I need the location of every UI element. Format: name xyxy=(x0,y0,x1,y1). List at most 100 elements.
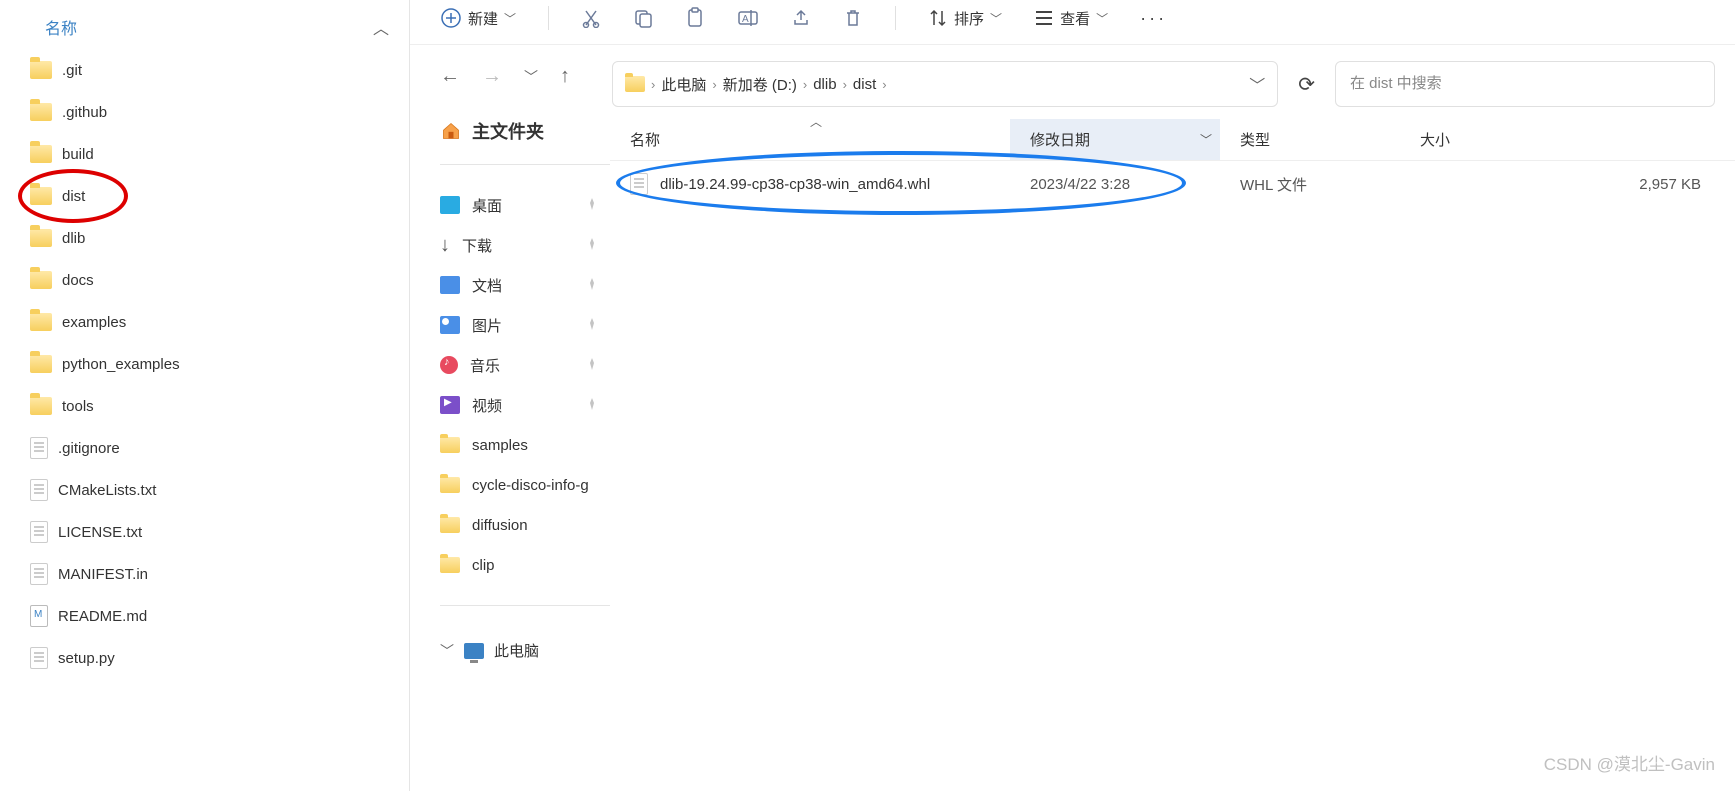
file-icon xyxy=(30,563,48,585)
cut-button[interactable] xyxy=(581,8,601,28)
file-icon xyxy=(30,521,48,543)
breadcrumb-item[interactable]: dist xyxy=(853,76,876,93)
pinned-label: clip xyxy=(472,557,495,574)
pinned-item[interactable]: samples xyxy=(440,425,604,465)
tree-item[interactable]: LICENSE.txt xyxy=(20,511,409,553)
nav-sidebar: ← → ﹀ ↑ 主文件夹 桌面↓下载文档图片音乐视频samples cycle-d… xyxy=(410,45,610,791)
breadcrumb-item[interactable]: 新加卷 (D:) xyxy=(723,74,797,95)
pinned-item[interactable]: 音乐 xyxy=(440,345,604,385)
this-pc-item[interactable]: ﹀ 此电脑 xyxy=(440,640,604,661)
col-type[interactable]: 类型 xyxy=(1220,119,1400,160)
tree-item[interactable]: setup.py xyxy=(20,637,409,679)
pinned-item[interactable]: diffusion xyxy=(440,505,604,545)
chevron-down-icon: ﹀ xyxy=(1096,10,1108,27)
pinned-label: 音乐 xyxy=(470,355,500,376)
tree-item[interactable]: python_examples xyxy=(20,343,409,385)
folder-icon xyxy=(440,517,460,533)
tree-item[interactable]: .github xyxy=(20,91,409,133)
folder-icon xyxy=(625,76,645,92)
tree-item[interactable]: dist xyxy=(20,175,409,217)
pic-icon xyxy=(440,316,460,334)
rename-button[interactable]: A xyxy=(737,8,759,28)
pinned-label: 图片 xyxy=(472,315,502,336)
search-input[interactable]: 在 dist 中搜索 xyxy=(1335,61,1715,107)
tree-item-label: examples xyxy=(62,314,126,331)
sort-label: 排序 xyxy=(954,8,984,29)
tree-item[interactable]: dlib xyxy=(20,217,409,259)
collapse-icon[interactable]: ︿ xyxy=(373,15,389,39)
tree-item[interactable]: CMakeLists.txt xyxy=(20,469,409,511)
file-list: dlib-19.24.99-cp38-cp38-win_amd64.whl202… xyxy=(610,161,1735,207)
music-icon xyxy=(440,356,458,374)
up-button[interactable]: ↑ xyxy=(560,65,570,88)
tree-item[interactable]: build xyxy=(20,133,409,175)
pinned-label: cycle-disco-info-g xyxy=(472,477,589,494)
back-button[interactable]: ← xyxy=(440,65,460,88)
chevron-right-icon: › xyxy=(651,77,655,92)
sort-button[interactable]: 排序 ﹀ xyxy=(928,8,1002,29)
pinned-item[interactable]: 桌面 xyxy=(440,185,604,225)
file-name-label: dlib-19.24.99-cp38-cp38-win_amd64.whl xyxy=(660,176,930,193)
pinned-item[interactable]: 视频 xyxy=(440,385,604,425)
chevron-down-icon: ﹀ xyxy=(990,10,1002,27)
pinned-item[interactable]: ↓下载 xyxy=(440,225,604,265)
toolbar-separator xyxy=(895,6,896,30)
col-date[interactable]: 修改日期﹀ xyxy=(1010,119,1220,160)
chevron-right-icon: › xyxy=(882,77,886,92)
chevron-right-icon: › xyxy=(712,77,716,92)
doc-icon xyxy=(440,276,460,294)
divider xyxy=(440,605,610,606)
chevron-down-icon: ﹀ xyxy=(504,10,516,27)
left-panel-header: 名称 ︿ xyxy=(0,10,409,49)
tree-item[interactable]: MANIFEST.in xyxy=(20,553,409,595)
pinned-item[interactable]: 文档 xyxy=(440,265,604,305)
breadcrumb-item[interactable]: 此电脑 xyxy=(661,74,706,95)
tree-item[interactable]: tools xyxy=(20,385,409,427)
breadcrumb[interactable]: › 此电脑›新加卷 (D:)›dlib›dist› ﹀ xyxy=(612,61,1278,107)
folder-tree: .git .githubbuild dist dlibdocs examples pyth… xyxy=(0,49,409,679)
col-size[interactable]: 大小 xyxy=(1400,119,1735,160)
pinned-item[interactable]: clip xyxy=(440,545,604,585)
folder-icon xyxy=(30,355,52,373)
explorer-panel: 新建 ﹀ A 排序 ﹀ 查看 ﹀ ··· ← → ﹀ ↑ xyxy=(410,0,1735,791)
more-button[interactable]: ··· xyxy=(1140,8,1167,29)
tree-item-label: LICENSE.txt xyxy=(58,524,142,541)
tree-item[interactable]: examples xyxy=(20,301,409,343)
monitor-icon xyxy=(464,643,484,659)
tree-item[interactable]: .git xyxy=(20,49,409,91)
pinned-item[interactable]: 图片 xyxy=(440,305,604,345)
view-button[interactable]: 查看 ﹀ xyxy=(1034,8,1108,29)
tree-item[interactable]: README.md xyxy=(20,595,409,637)
delete-button[interactable] xyxy=(843,8,863,28)
share-button[interactable] xyxy=(791,8,811,28)
refresh-button[interactable]: ⟳ xyxy=(1294,72,1319,97)
content-area: ← → ﹀ ↑ 主文件夹 桌面↓下载文档图片音乐视频samples cycle-d… xyxy=(410,45,1735,791)
chevron-right-icon: › xyxy=(843,77,847,92)
home-folder[interactable]: 主文件夹 xyxy=(440,118,604,144)
chevron-down-icon[interactable]: ﹀ xyxy=(1249,72,1265,96)
pinned-label: 下载 xyxy=(462,235,492,256)
folder-icon xyxy=(30,229,52,247)
copy-button[interactable] xyxy=(633,8,653,28)
chevron-down-icon: ﹀ xyxy=(1200,131,1212,148)
desk-icon xyxy=(440,196,460,214)
pin-icon xyxy=(586,237,598,253)
tree-item-label: dist xyxy=(62,188,85,205)
file-row[interactable]: dlib-19.24.99-cp38-cp38-win_amd64.whl202… xyxy=(610,161,1735,207)
pin-icon xyxy=(586,197,598,213)
tree-item[interactable]: .gitignore xyxy=(20,427,409,469)
recent-dropdown-icon[interactable]: ﹀ xyxy=(524,67,538,87)
paste-button[interactable] xyxy=(685,7,705,29)
pin-icon xyxy=(586,277,598,293)
folder-icon xyxy=(30,187,52,205)
history-nav: ← → ﹀ ↑ xyxy=(440,65,604,88)
tree-item-label: MANIFEST.in xyxy=(58,566,148,583)
chevron-down-icon: ﹀ xyxy=(440,641,454,661)
pinned-item[interactable]: cycle-disco-info-g xyxy=(440,465,604,505)
new-button[interactable]: 新建 ﹀ xyxy=(440,7,516,29)
forward-button[interactable]: → xyxy=(482,65,502,88)
tree-item[interactable]: docs xyxy=(20,259,409,301)
folder-icon xyxy=(30,145,52,163)
tree-item-label: .git xyxy=(62,62,82,79)
breadcrumb-item[interactable]: dlib xyxy=(813,76,836,93)
